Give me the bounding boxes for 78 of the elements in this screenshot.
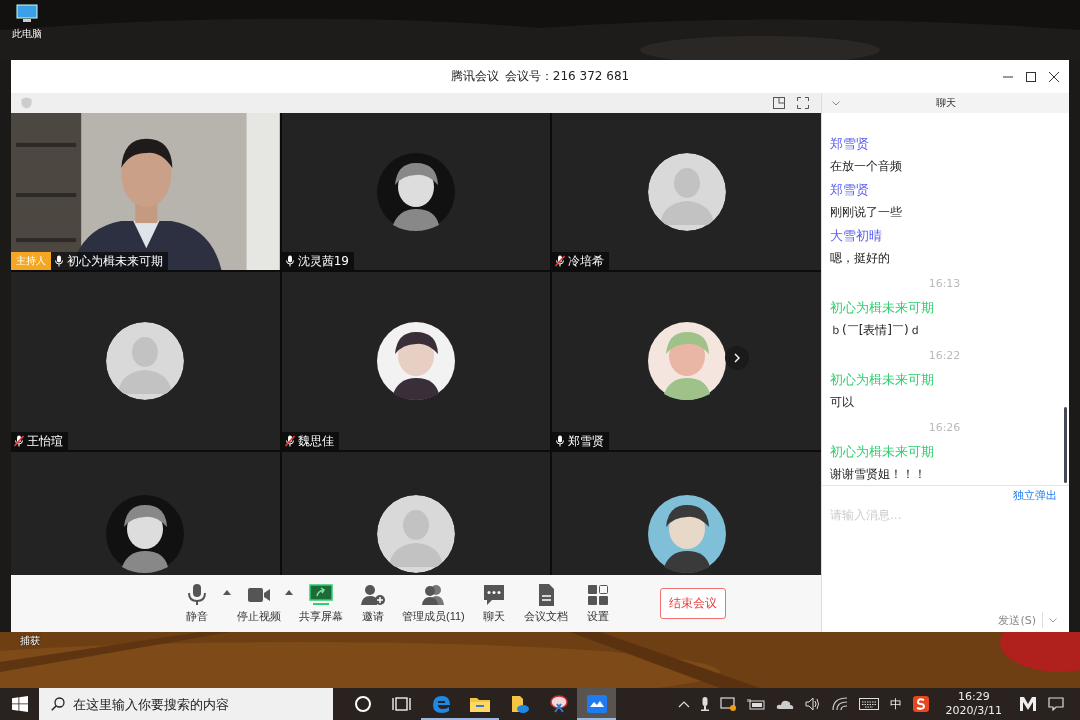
clock-time[interactable]: 16:29 bbox=[957, 690, 990, 704]
chat-button[interactable]: 聊天 bbox=[467, 581, 520, 626]
default-avatar-icon bbox=[647, 152, 726, 231]
taskbar-app-button[interactable] bbox=[577, 688, 616, 720]
default-avatar-icon bbox=[377, 494, 455, 573]
fullscreen-icon[interactable] bbox=[797, 97, 809, 109]
timestamp: 16:13 bbox=[927, 276, 962, 292]
layout-icon[interactable] bbox=[773, 97, 785, 109]
message-text: 刚刚说了一些 bbox=[830, 204, 902, 221]
chat-bubble-icon bbox=[481, 583, 506, 606]
timestamp: 16:26 bbox=[927, 420, 962, 436]
tray-app-icon[interactable] bbox=[1019, 696, 1037, 712]
battery-icon[interactable] bbox=[746, 698, 765, 710]
sender-name: 大雪初晴 bbox=[830, 227, 882, 245]
input-method-app-icon[interactable] bbox=[912, 696, 929, 712]
mic-icon[interactable] bbox=[700, 697, 709, 711]
volume-icon[interactable] bbox=[804, 697, 821, 711]
scrollbar[interactable] bbox=[1064, 407, 1067, 483]
chevron-right-icon bbox=[733, 353, 741, 363]
keyboard-icon[interactable] bbox=[858, 698, 879, 710]
meeting-app-icon bbox=[585, 694, 608, 714]
maximize-icon bbox=[1025, 71, 1036, 82]
grid-icon bbox=[585, 583, 610, 606]
sender-name: 郑雪贤 bbox=[830, 135, 869, 153]
end-meeting-button[interactable]: 结束会议 bbox=[659, 588, 726, 619]
default-avatar-icon bbox=[106, 322, 185, 400]
message-text: ｂ(￣[表情]￣)ｄ bbox=[830, 322, 921, 339]
message-text: 可以 bbox=[830, 394, 854, 411]
participant-name: 初心为楫未来可期 bbox=[67, 252, 163, 270]
caret-icon[interactable] bbox=[285, 589, 293, 595]
manage-members-button[interactable]: 管理成员(11) bbox=[399, 581, 468, 626]
cloud-icon[interactable] bbox=[775, 698, 794, 710]
sender-name: 初心为楫未来可期 bbox=[830, 371, 934, 389]
windows-logo-icon bbox=[11, 696, 28, 712]
message-text: 嗯，挺好的 bbox=[830, 250, 890, 267]
share-screen-button[interactable]: 共享屏幕 bbox=[295, 581, 347, 626]
documents-button[interactable]: 会议文档 bbox=[519, 581, 572, 626]
clock-date[interactable]: 2020/3/11 bbox=[945, 704, 1002, 718]
participant-name: 郑雪贤 bbox=[568, 432, 605, 450]
microphone-icon bbox=[185, 583, 209, 606]
desktop-icon-label[interactable]: 捕获 bbox=[20, 634, 40, 648]
dropdown-icon[interactable] bbox=[1049, 617, 1057, 623]
mute-button[interactable]: 静音 bbox=[171, 581, 223, 626]
sender-name: 郑雪贤 bbox=[830, 181, 869, 199]
send-button[interactable]: 发送(S) bbox=[998, 612, 1036, 628]
participant-name: 魏思佳 bbox=[297, 432, 334, 450]
chat-title: 聊天 bbox=[935, 96, 956, 110]
input-method-indicator[interactable]: 中 bbox=[889, 695, 902, 713]
task-view-icon bbox=[390, 694, 413, 714]
screen-share-icon bbox=[309, 583, 333, 606]
settings-button[interactable]: 设置 bbox=[571, 581, 624, 626]
desktop-icon-label[interactable]: 此电脑 bbox=[12, 27, 42, 41]
participant-name: 王怡瑄 bbox=[27, 432, 63, 450]
caret-icon[interactable] bbox=[223, 589, 231, 595]
chevron-icon[interactable] bbox=[832, 101, 840, 106]
users-icon bbox=[421, 583, 446, 606]
participant-name: 冷培希 bbox=[568, 252, 605, 270]
close-icon bbox=[1048, 71, 1059, 82]
search-field[interactable]: 在这里输入你要搜索的内容 bbox=[39, 688, 333, 720]
minimize-icon bbox=[1002, 75, 1013, 78]
computer-icon[interactable] bbox=[16, 4, 38, 24]
popout-link[interactable]: 独立弹出 bbox=[1013, 488, 1057, 503]
sender-name: 初心为楫未来可期 bbox=[830, 299, 934, 317]
add-user-icon bbox=[361, 583, 385, 606]
sender-name: 初心为楫未来可期 bbox=[830, 443, 934, 461]
chevron-up-icon[interactable] bbox=[677, 700, 690, 708]
message-text: 谢谢雪贤姐！！！ bbox=[830, 466, 926, 483]
host-badge: 主持人 bbox=[11, 252, 51, 270]
window-title: 腾讯会议 bbox=[450, 68, 499, 85]
monitor-alert-icon[interactable] bbox=[719, 697, 736, 711]
notification-icon[interactable] bbox=[1048, 697, 1064, 711]
stop-video-button[interactable]: 停止视频 bbox=[233, 581, 285, 626]
timestamp: 16:22 bbox=[927, 348, 962, 364]
invite-button[interactable]: 邀请 bbox=[347, 581, 399, 626]
wifi-icon[interactable] bbox=[831, 697, 848, 711]
participant-name: 沈灵茜19 bbox=[297, 252, 349, 270]
meeting-id: 会议号：216 372 681 bbox=[504, 68, 630, 85]
message-text: 在放一个音频 bbox=[830, 158, 902, 175]
